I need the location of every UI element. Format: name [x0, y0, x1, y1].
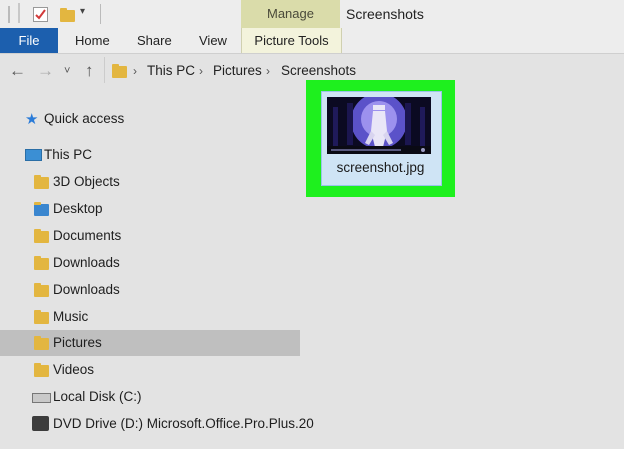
title-divider — [100, 4, 101, 24]
nav-label: Documents — [53, 228, 122, 243]
file-thumbnail[interactable] — [327, 97, 431, 154]
breadcrumb-this-pc[interactable]: This PC — [147, 62, 195, 80]
star-icon: ★ — [25, 111, 39, 128]
quick-access-divider — [18, 3, 20, 23]
nav-3d-objects[interactable]: 3D Objects — [0, 169, 300, 195]
nav-music[interactable]: Music — [0, 304, 300, 330]
breadcrumb-separator: › — [133, 64, 137, 78]
computer-icon — [25, 149, 42, 161]
nav-label: Local Disk (C:) — [53, 389, 142, 404]
breadcrumb-pictures[interactable]: Pictures — [213, 62, 262, 80]
nav-label: Videos — [53, 362, 95, 377]
nav-desktop[interactable]: Desktop — [0, 196, 300, 222]
file-name[interactable]: screenshot.jpg — [321, 160, 440, 175]
address-divider — [104, 57, 105, 83]
folder-icon[interactable] — [60, 8, 75, 22]
nav-label: Pictures — [53, 335, 102, 350]
nav-label: Quick access — [44, 111, 125, 126]
tab-share[interactable]: Share — [137, 28, 172, 53]
pictures-folder-icon — [34, 336, 49, 350]
breadcrumb-separator: › — [266, 64, 270, 78]
drive-icon — [32, 393, 51, 403]
desktop-folder-icon — [34, 202, 49, 216]
nav-label: DVD Drive (D:) Microsoft.Office.Pro.Plus… — [53, 416, 314, 431]
window-title: Screenshots — [346, 6, 424, 22]
folder-icon — [112, 64, 127, 78]
documents-folder-icon — [34, 229, 49, 243]
nav-label: 3D Objects — [53, 174, 120, 189]
nav-label: Music — [53, 309, 89, 324]
nav-downloads[interactable]: Downloads — [0, 277, 300, 303]
breadcrumb-separator: › — [199, 64, 203, 78]
manage-tab[interactable]: Manage — [241, 0, 340, 28]
nav-label: Downloads — [53, 282, 120, 297]
dvd-icon — [32, 416, 49, 431]
tab-view[interactable]: View — [199, 28, 227, 53]
music-folder-icon — [34, 310, 49, 324]
back-arrow-icon[interactable]: ← — [9, 61, 26, 81]
nav-label: Downloads — [53, 255, 120, 270]
nav-downloads[interactable]: Downloads — [0, 250, 300, 276]
checklist-icon[interactable] — [33, 7, 48, 22]
tab-picture-tools[interactable]: Picture Tools — [241, 28, 342, 53]
forward-arrow-icon[interactable]: → — [37, 61, 54, 81]
nav-label: This PC — [44, 147, 93, 162]
up-arrow-icon[interactable]: ↑ — [85, 61, 94, 81]
tab-file[interactable]: File — [0, 28, 58, 53]
videos-folder-icon — [34, 363, 49, 377]
breadcrumb-screenshots[interactable]: Screenshots — [281, 62, 356, 80]
nav-quick-access[interactable]: ★ Quick access — [0, 106, 300, 132]
recent-dropdown-icon[interactable]: ˅ — [64, 61, 70, 81]
thumbnail-image — [327, 97, 431, 154]
tab-home[interactable]: Home — [75, 28, 110, 53]
nav-videos[interactable]: Videos — [0, 357, 300, 383]
3d-objects-folder-icon — [34, 175, 49, 189]
downloads-folder-icon — [34, 283, 49, 297]
dropdown-icon[interactable]: ▾ — [80, 6, 85, 17]
nav-pictures[interactable]: Pictures — [0, 330, 300, 356]
nav-label: Desktop — [53, 201, 103, 216]
quick-access-separator — [8, 6, 10, 23]
nav-documents[interactable]: Documents — [0, 223, 300, 249]
nav-dvd-drive[interactable]: DVD Drive (D:) Microsoft.Office.Pro.Plus… — [0, 411, 314, 437]
nav-local-disk[interactable]: Local Disk (C:) — [0, 384, 300, 410]
nav-this-pc[interactable]: This PC — [0, 142, 300, 168]
downloads-folder-icon — [34, 256, 49, 270]
